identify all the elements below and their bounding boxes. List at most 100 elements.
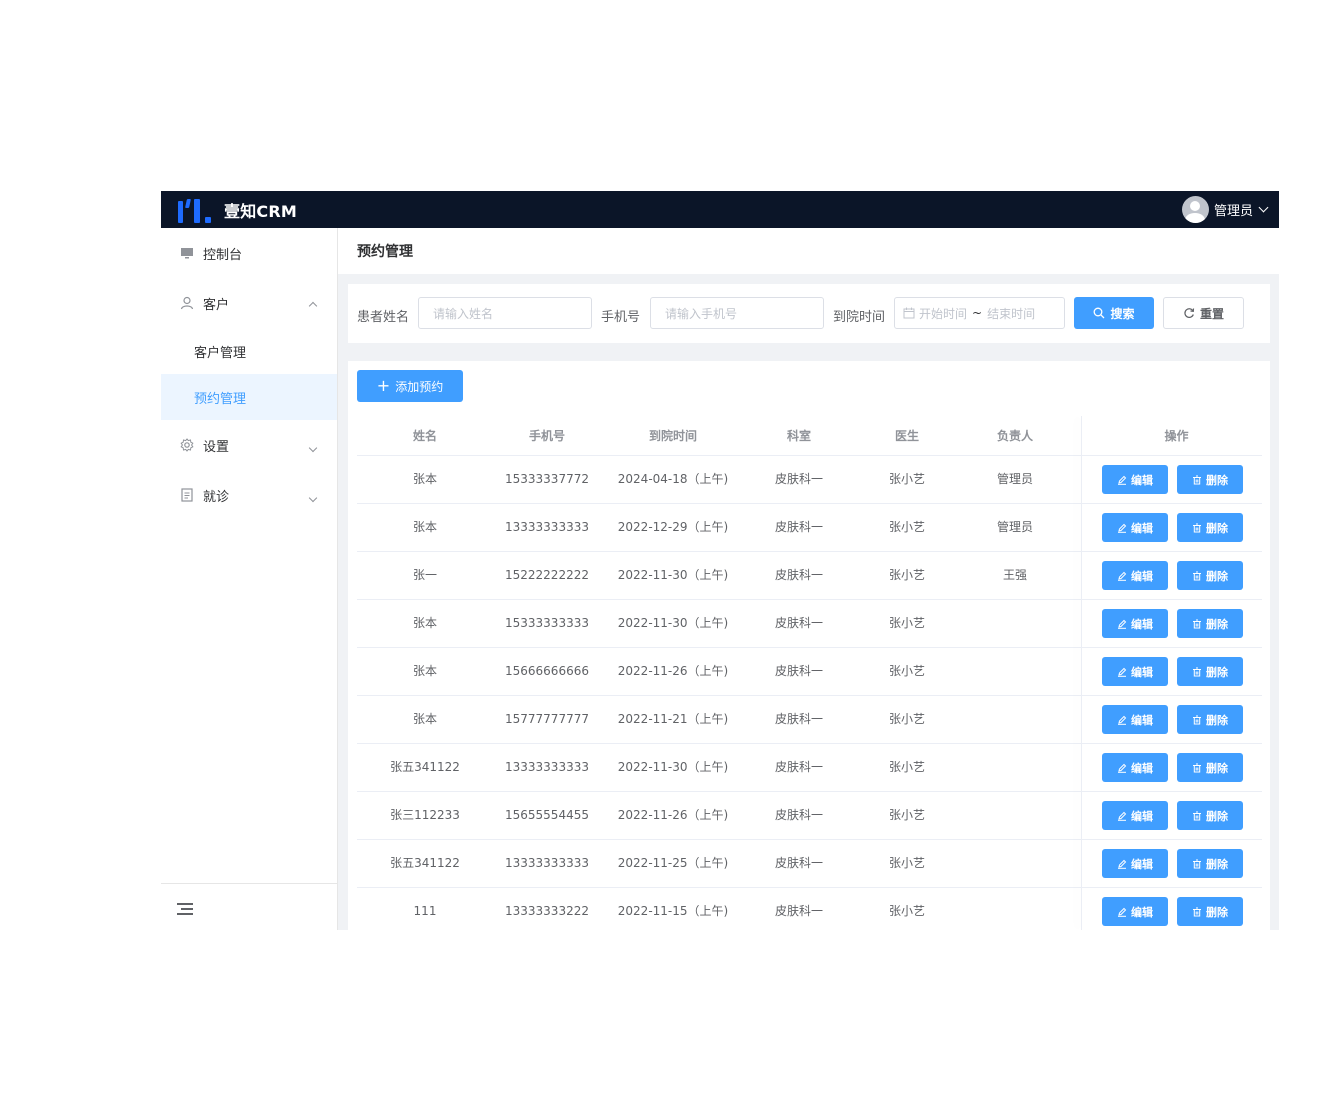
sidebar-item-customer-management[interactable]: 客户管理 — [161, 328, 337, 374]
cell-visit-time: 2022-11-25（上午) — [617, 856, 729, 870]
document-icon — [180, 488, 194, 502]
edit-button-label: 编辑 — [1131, 857, 1153, 871]
search-button[interactable]: 搜索 — [1074, 297, 1154, 329]
delete-button[interactable]: 删除 — [1177, 705, 1243, 734]
sidebar-item-settings[interactable]: 设置 — [161, 420, 337, 470]
cell-name: 张本 — [412, 712, 437, 726]
cell-actions: 编辑 删除 — [1091, 600, 1262, 647]
table-row: 张本 15666666666 2022-11-26（上午) 皮肤科一 张小艺 编辑 删除 — [357, 648, 1262, 696]
reset-button[interactable]: 重置 — [1163, 297, 1244, 329]
edit-button-label: 编辑 — [1131, 713, 1153, 727]
table-row: 张本 15333333333 2022-11-30（上午) 皮肤科一 张小艺 编辑 删除 — [357, 600, 1262, 648]
sidebar-item-appointment-management[interactable]: 预约管理 — [161, 374, 337, 420]
main-content: 预约管理 患者姓名 请输入姓名 手机号 请输入手机号 到院时间 开始时间 ~ 结… — [338, 228, 1279, 930]
cell-name: 张本 — [412, 616, 437, 630]
edit-icon — [1117, 667, 1127, 677]
menu-collapse-icon[interactable] — [177, 903, 193, 916]
add-appointment-button[interactable]: + 添加预约 — [357, 370, 463, 402]
gear-icon — [180, 438, 194, 452]
delete-button[interactable]: 删除 — [1177, 609, 1243, 638]
edit-button[interactable]: 编辑 — [1102, 513, 1168, 542]
patient-name-input[interactable]: 请输入姓名 — [418, 297, 592, 329]
cell-doctor: 张小艺 — [888, 568, 925, 582]
cell-department: 皮肤科一 — [774, 856, 823, 870]
cell-visit-time: 2024-04-18（上午) — [617, 472, 729, 486]
column-header-phone: 手机号 — [528, 429, 565, 443]
phone-label: 手机号 — [601, 310, 641, 325]
delete-button[interactable]: 删除 — [1177, 657, 1243, 686]
sidebar-item-customer[interactable]: 客户 — [161, 278, 337, 328]
appointment-table-card: + 添加预约 姓名 手机号 到院时间 科室 医生 负责人 操作 张本 153333… — [348, 361, 1270, 930]
delete-button[interactable]: 删除 — [1177, 561, 1243, 590]
user-name: 管理员 — [1213, 204, 1253, 219]
edit-button[interactable]: 编辑 — [1102, 657, 1168, 686]
cell-phone: 13333333333 — [505, 760, 589, 774]
edit-button-label: 编辑 — [1131, 665, 1153, 679]
edit-button[interactable]: 编辑 — [1102, 561, 1168, 590]
cell-doctor: 张小艺 — [888, 904, 925, 918]
cell-phone: 15333337772 — [505, 472, 589, 486]
cell-phone: 15655554455 — [505, 808, 589, 822]
delete-button-label: 删除 — [1206, 761, 1228, 775]
column-header-name: 姓名 — [412, 429, 437, 443]
cell-actions: 编辑 删除 — [1091, 552, 1262, 599]
cell-phone: 13333333333 — [505, 856, 589, 870]
cell-name: 张五341122 — [390, 856, 460, 870]
sidebar-item-dashboard[interactable]: 控制台 — [161, 228, 337, 278]
cell-name: 张五341122 — [390, 760, 460, 774]
edit-button[interactable]: 编辑 — [1102, 465, 1168, 494]
trash-icon — [1192, 763, 1202, 773]
edit-button[interactable]: 编辑 — [1102, 801, 1168, 830]
refresh-icon — [1183, 307, 1195, 319]
table-row: 张一 15222222222 2022-11-30（上午) 皮肤科一 张小艺 王强 编辑 删除 — [357, 552, 1262, 600]
page-title: 预约管理 — [338, 228, 1279, 274]
edit-icon — [1117, 763, 1127, 773]
date-start-input[interactable]: 开始时间 — [919, 305, 967, 322]
app-title: 壹知CRM — [224, 201, 297, 221]
edit-icon — [1117, 859, 1127, 869]
cell-phone: 13333333222 — [505, 904, 589, 918]
cell-department: 皮肤科一 — [774, 616, 823, 630]
cell-name: 张本 — [412, 472, 437, 486]
cell-owner: 管理员 — [996, 472, 1033, 486]
phone-input[interactable]: 请输入手机号 — [650, 297, 824, 329]
logo-icon — [178, 197, 212, 223]
sidebar-item-visits[interactable]: 就诊 — [161, 470, 337, 520]
search-button-label: 搜索 — [1110, 306, 1135, 321]
column-header-doctor: 医生 — [894, 429, 919, 443]
trash-icon — [1192, 811, 1202, 821]
edit-button[interactable]: 编辑 — [1102, 609, 1168, 638]
cell-actions: 编辑 删除 — [1091, 456, 1262, 503]
edit-button[interactable]: 编辑 — [1102, 705, 1168, 734]
edit-icon — [1117, 715, 1127, 725]
delete-button[interactable]: 删除 — [1177, 465, 1243, 494]
avatar[interactable] — [1181, 196, 1209, 223]
cell-visit-time: 2022-12-29（上午) — [617, 520, 729, 534]
cell-name: 张一 — [412, 568, 437, 582]
reset-button-label: 重置 — [1199, 306, 1224, 321]
date-end-input[interactable]: 结束时间 — [987, 305, 1035, 322]
cell-actions: 编辑 删除 — [1091, 744, 1262, 791]
fixed-column-divider — [1081, 416, 1082, 930]
edit-button[interactable]: 编辑 — [1102, 753, 1168, 782]
delete-button[interactable]: 删除 — [1177, 513, 1243, 542]
sidebar-item-label: 设置 — [203, 439, 230, 455]
table-row: 张本 15333337772 2024-04-18（上午) 皮肤科一 张小艺 管理员 编辑 删… — [357, 456, 1262, 504]
table-row: 张本 13333333333 2022-12-29（上午) 皮肤科一 张小艺 管理员 编辑 删… — [357, 504, 1262, 552]
user-menu[interactable]: 管理员 — [1181, 196, 1269, 223]
cell-owner — [961, 648, 1069, 695]
column-header-actions: 操作 — [1164, 429, 1189, 443]
edit-button[interactable]: 编辑 — [1102, 849, 1168, 878]
delete-button-label: 删除 — [1206, 905, 1228, 919]
delete-button[interactable]: 删除 — [1177, 753, 1243, 782]
trash-icon — [1192, 475, 1202, 485]
delete-button[interactable]: 删除 — [1177, 801, 1243, 830]
edit-button[interactable]: 编辑 — [1102, 897, 1168, 926]
date-range-picker[interactable]: 开始时间 ~ 结束时间 — [894, 297, 1065, 329]
edit-icon — [1117, 811, 1127, 821]
search-icon — [1093, 307, 1105, 319]
delete-button[interactable]: 删除 — [1177, 897, 1243, 926]
cell-phone: 13333333333 — [505, 520, 589, 534]
delete-button[interactable]: 删除 — [1177, 849, 1243, 878]
cell-doctor: 张小艺 — [888, 712, 925, 726]
